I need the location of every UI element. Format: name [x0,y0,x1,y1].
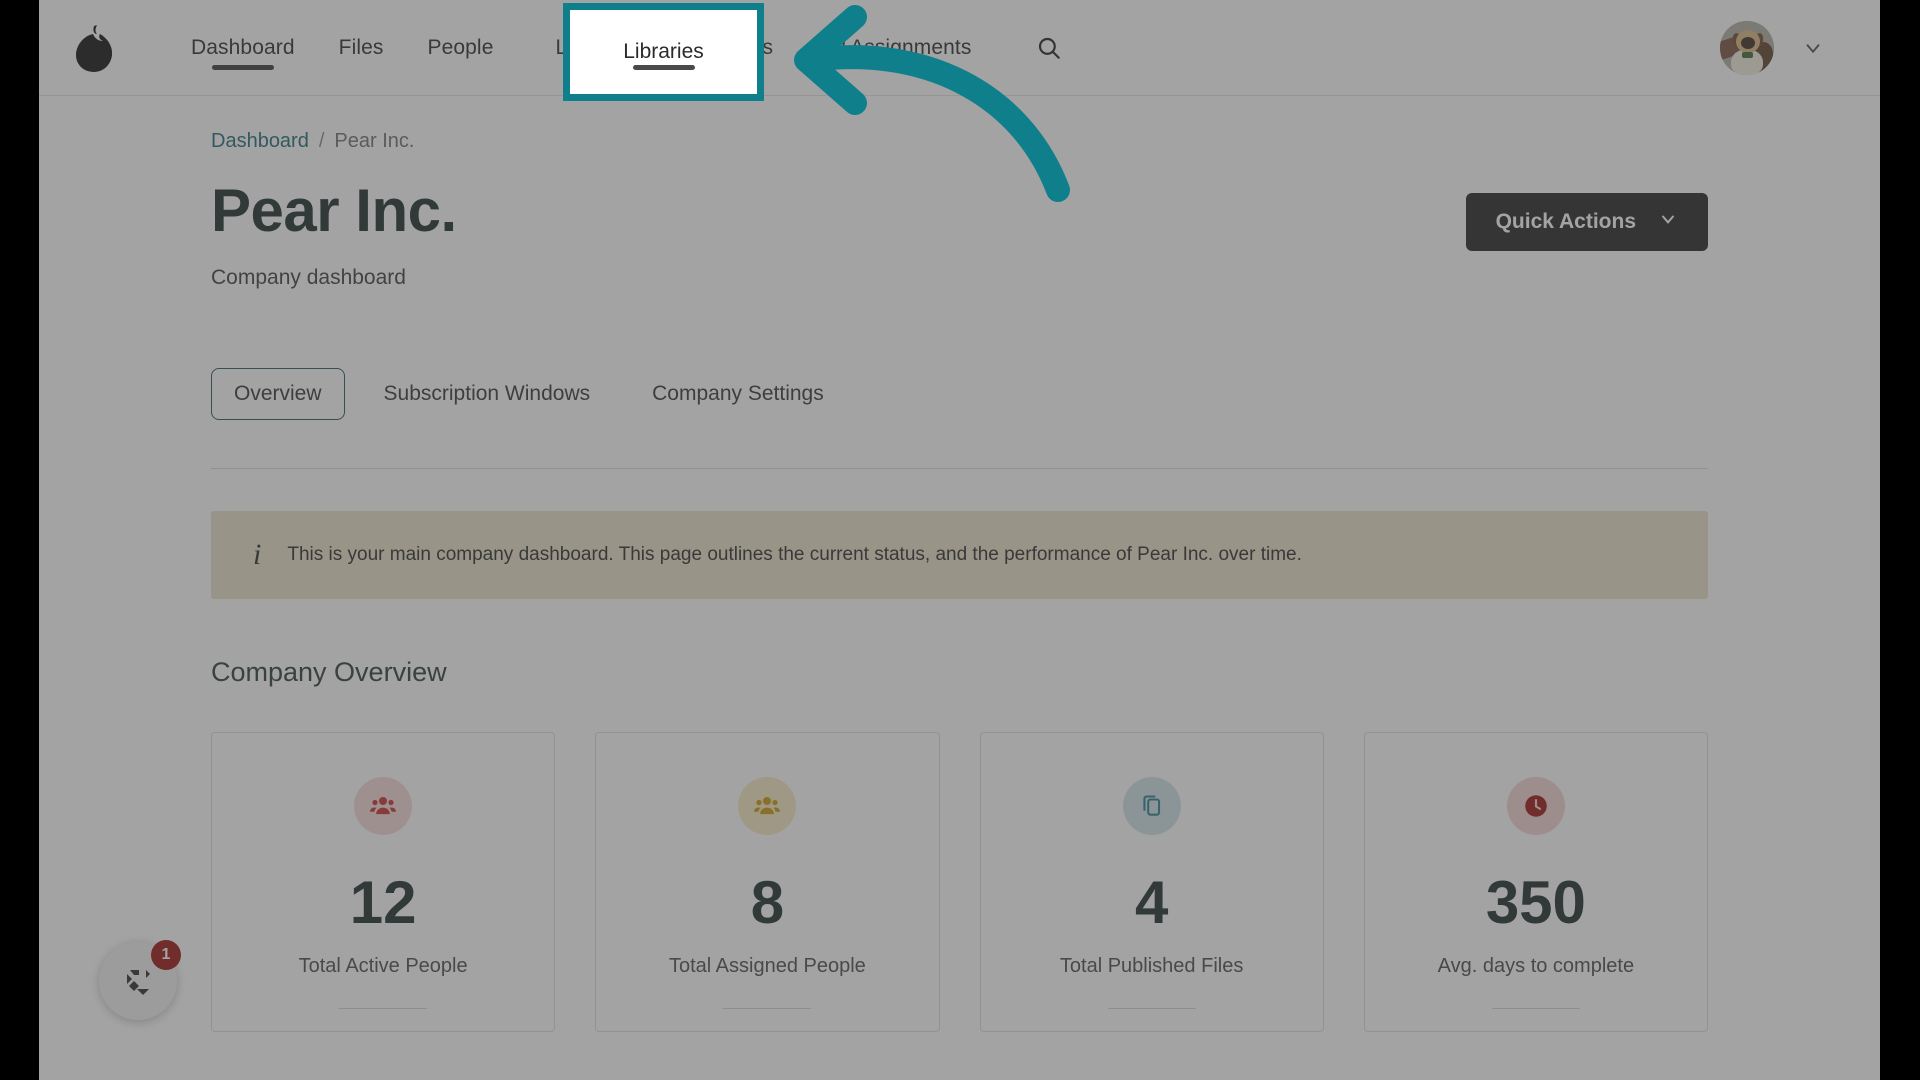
breadcrumb-current: Pear Inc. [334,130,415,152]
stat-label: Total Published Files [1059,955,1244,977]
clock-icon [1506,777,1565,835]
breadcrumb-link-dashboard[interactable]: Dashboard [211,130,309,153]
top-navigation-bar: Dashboard Files People Libraries Reports [39,0,1880,96]
nav-label: Libraries [555,36,637,59]
group-people-icon [354,777,413,835]
nav-items: Dashboard Files People Libraries Reports [169,0,1069,96]
search-icon[interactable] [1029,28,1069,68]
info-banner-text: This is your main company dashboard. Thi… [287,544,1302,565]
quick-actions-button[interactable]: Quick Actions [1465,193,1708,251]
section-tabs: Overview Subscription Windows Company Se… [211,368,1708,420]
pear-logo[interactable] [63,22,125,74]
nav-label: Dashboard [191,36,295,59]
stat-rule [1107,1008,1196,1009]
stat-card-total-published-files: 4 Total Published Files [979,732,1324,1032]
info-banner: i This is your main company dashboard. T… [211,511,1708,599]
tab-subscription-windows[interactable]: Subscription Windows [361,368,614,420]
chevron-down-icon [1658,209,1678,235]
nav-item-my-assignments[interactable]: My Assignments [795,0,993,96]
info-icon: i [253,538,262,571]
tab-company-settings[interactable]: Company Settings [629,368,847,420]
stat-label: Total Active People [298,955,468,977]
page-content: Dashboard / Pear Inc. Pear Inc. Company … [39,96,1880,1032]
stat-label: Total Assigned People [668,955,866,977]
stat-value: 12 [349,869,417,936]
nav-active-indicator [211,64,274,70]
breadcrumb-separator: / [318,130,325,152]
stat-value: 4 [1134,869,1169,936]
nav-item-reports[interactable]: Reports [677,0,795,96]
chat-launcher-button[interactable]: 1 [99,940,181,1020]
divider [211,468,1708,469]
page-title: Pear Inc. [211,177,457,244]
nav-item-people[interactable]: People [405,0,515,96]
stat-rule [1491,1008,1580,1009]
nav-item-files[interactable]: Files [317,0,406,96]
stat-rule [339,1008,428,1009]
page-header-text: Pear Inc. Company dashboard [211,179,457,290]
stat-value: 8 [750,869,785,936]
nav-label: My Assignments [817,36,972,59]
overview-cards: 12 Total Active People 8 Total Assigned … [211,732,1708,1032]
section-title-company-overview: Company Overview [211,657,447,687]
avatar[interactable] [1720,20,1774,75]
page-subtitle: Company dashboard [211,266,406,289]
group-people-icon [738,777,797,835]
breadcrumb: Dashboard / Pear Inc. [211,96,1708,153]
quick-actions-label: Quick Actions [1495,210,1636,233]
nav-item-dashboard[interactable]: Dashboard [169,0,317,96]
stat-card-total-assigned-people: 8 Total Assigned People [595,732,940,1032]
chevron-down-icon[interactable] [1802,37,1824,59]
stat-card-total-active-people: 12 Total Active People [211,732,556,1032]
page-header-row: Pear Inc. Company dashboard Quick Action… [211,179,1708,290]
copy-files-icon [1122,777,1181,835]
stat-rule [723,1008,812,1009]
stat-card-avg-days-to-complete: 350 Avg. days to complete [1363,732,1708,1032]
screenshot-stage: Dashboard Files People Libraries Reports [0,0,1920,1080]
nav-item-libraries[interactable]: Libraries [515,0,676,96]
stat-value: 350 [1485,869,1586,936]
application-window: Dashboard Files People Libraries Reports [39,0,1880,1080]
nav-right-group [1720,20,1824,75]
chat-unread-badge: 1 [151,940,181,970]
nav-label: Files [338,36,384,59]
tab-overview[interactable]: Overview [211,368,345,420]
nav-label: People [427,36,494,59]
stat-label: Avg. days to complete [1437,955,1635,977]
chat-launcher-icon [127,970,150,995]
nav-label: Reports [698,36,774,59]
